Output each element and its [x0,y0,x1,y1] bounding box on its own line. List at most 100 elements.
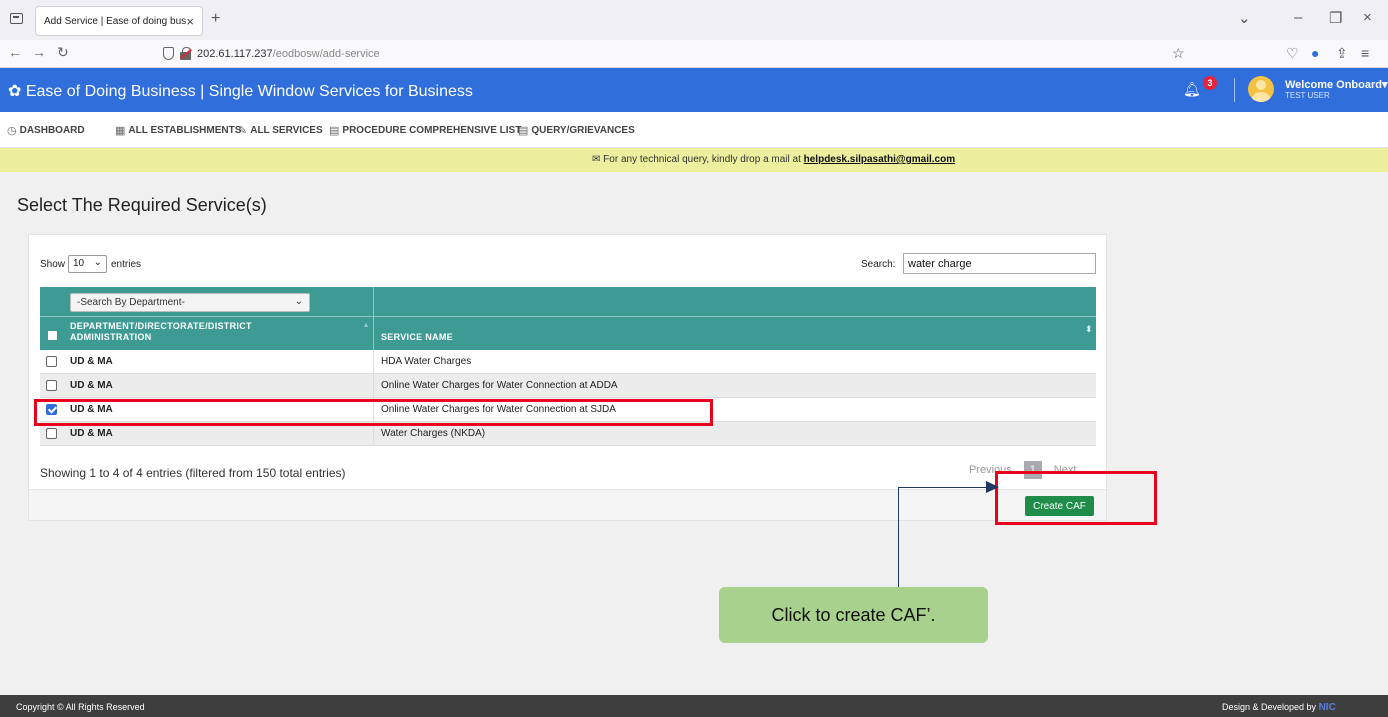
insecure-lock-icon[interactable] [179,47,193,60]
table-row: UD & MA HDA Water Charges [40,350,1096,374]
notice-bar: ✉ For any technical query, kindly drop a… [0,148,1388,172]
entries-label: entries [111,259,142,270]
nav-label: DASHBOARD [19,125,85,136]
account-icon[interactable]: ● [1311,45,1319,61]
app-title-text: Ease of Doing Business | Single Window S… [25,83,473,100]
highlight-selected-row [34,399,713,426]
notification-badge: 3 [1203,76,1217,90]
nav-label: ALL ESTABLISHMENTS [128,125,242,136]
cell-divider [373,350,374,374]
table-header: -Search By Department- ⌄ DEPARTMENT/DIREC… [40,287,1096,350]
row-department: UD & MA [70,380,113,391]
chevron-down-icon: ⌄ [93,257,102,268]
nav-all-establishments[interactable]: ▦ ALL ESTABLISHMENTS [115,124,241,137]
avatar[interactable] [1248,76,1274,102]
nic-logo: NIC [1318,702,1336,713]
row-department: UD & MA [70,428,113,439]
header-divider [1234,78,1235,102]
browser-tab[interactable]: Add Service | Ease of doing business × [35,6,203,36]
annotation-arrow-line [898,487,988,488]
show-label: Show [40,259,66,270]
forward-icon[interactable]: → [32,44,46,60]
bell-icon[interactable]: 🔔︎ [1183,81,1201,98]
annotation-callout: Click to create CAF’. [719,587,988,643]
notice-message: For any technical query, kindly drop a m… [603,154,804,165]
header-divider [373,287,374,350]
chevron-down-icon: ⌄ [294,296,303,307]
new-tab-icon[interactable]: + [211,10,220,28]
row-service: Water Charges (NKDA) [381,428,486,439]
page-size-value: 10 [73,258,85,269]
browser-tab-bar: Add Service | Ease of doing business × +… [0,0,1388,40]
row-checkbox[interactable] [46,428,57,439]
main-nav: ◷ DASHBOARD ▦ ALL ESTABLISHMENTS ✎ ALL SERV… [0,112,1388,148]
arrow-head-icon [986,481,999,493]
cell-divider [373,374,374,398]
sort-icon[interactable]: ▴ [364,320,368,329]
design-text: Design & Developed by [1222,702,1317,712]
wrench-icon: ✎ [238,125,248,137]
row-service: HDA Water Charges [381,356,472,367]
url-host: 202.61.117.237 [197,48,273,60]
list-icon: ▤ [518,125,529,137]
welcome-text: Welcome Onboard [1285,79,1382,91]
url-path: /eodbosw/add-service [272,48,380,60]
row-checkbox[interactable] [46,380,57,391]
helpdesk-email-link[interactable]: helpdesk.silpasathi@gmail.com [804,154,955,165]
user-name: TEST USER [1285,91,1330,100]
site-footer: Copyright © All Rights Reserved Design &… [0,695,1388,717]
extensions-icon[interactable]: ⇪ [1336,45,1348,62]
tab-title: Add Service | Ease of doing business [44,15,187,27]
menu-icon[interactable]: ≡ [1361,45,1369,61]
shield-icon[interactable] [163,47,174,60]
tab-dropdown-icon[interactable]: ⌄ [1238,9,1251,27]
nav-dashboard[interactable]: ◷ DASHBOARD [7,124,85,137]
nav-label: PROCEDURE COMPREHENSIVE LIST [342,125,522,136]
column-header-department[interactable]: DEPARTMENT/DIRECTORATE/DISTRICT ADMINISTR… [70,321,252,343]
nav-label: ALL SERVICES [250,125,323,136]
dashboard-icon: ◷ [7,125,17,137]
row-checkbox[interactable] [46,356,57,367]
nav-label: QUERY/GRIEVANCES [531,125,635,136]
sort-icon[interactable]: ⬍ [1085,324,1093,335]
bookmark-star-icon[interactable]: ☆ [1172,45,1185,62]
service-card: Show 10 ⌄ entries Search: -Search By Depa… [28,234,1107,521]
row-department: UD & MA [70,356,113,367]
copyright-text: Copyright © All Rights Reserved [16,702,145,712]
annotation-arrow-line [898,487,899,587]
highlight-create-caf [995,471,1157,525]
nav-all-services[interactable]: ✎ ALL SERVICES [238,124,323,137]
app-title[interactable]: ✿ Ease of Doing Business | Single Window… [8,81,473,101]
nav-procedure-list[interactable]: ▤ PROCEDURE COMPREHENSIVE LIST [329,124,521,137]
column-header-service[interactable]: SERVICE NAME [381,332,453,342]
select-all-checkbox[interactable] [48,331,57,340]
page-title: Select The Required Service(s) [17,195,267,215]
tab-close-icon[interactable]: × [186,14,194,29]
department-filter-select[interactable]: -Search By Department- ⌄ [70,293,310,312]
search-label: Search: [861,259,896,270]
close-window-icon[interactable]: × [1363,9,1372,26]
maximize-icon[interactable]: ❐ [1329,9,1342,27]
reload-icon[interactable]: ↻ [57,44,69,61]
notice-text: ✉ For any technical query, kindly drop a… [592,154,955,165]
browser-toolbar: ← → ↻ 202.61.117.237/eodbosw/add-service… [0,40,1388,68]
back-icon[interactable]: ← [8,44,22,60]
card-footer [29,489,1106,520]
search-input[interactable] [903,253,1096,274]
url-field[interactable]: 202.61.117.237/eodbosw/add-service [197,48,380,60]
table-info: Showing 1 to 4 of 4 entries (filtered fr… [40,466,346,480]
app-header: ✿ Ease of Doing Business | Single Window… [0,68,1388,112]
design-credit: Design & Developed by NIC [1222,702,1336,713]
page-size-select[interactable]: 10 ⌄ [68,255,107,273]
table-row: UD & MA Online Water Charges for Water C… [40,374,1096,398]
column-header-line: ADMINISTRATION [70,332,152,342]
department-filter-value: -Search By Department- [77,297,185,308]
row-service: Online Water Charges for Water Connectio… [381,380,618,391]
nav-query-grievances[interactable]: ▤ QUERY/GRIEVANCES [518,124,635,137]
user-menu[interactable]: Welcome Onboard▾ [1285,78,1388,91]
building-icon: ▦ [115,125,126,137]
tab-list-icon[interactable] [10,13,23,24]
pocket-icon[interactable]: ♡ [1286,45,1299,62]
minimize-icon[interactable]: – [1294,9,1302,26]
mail-icon: ✉ [592,154,601,165]
